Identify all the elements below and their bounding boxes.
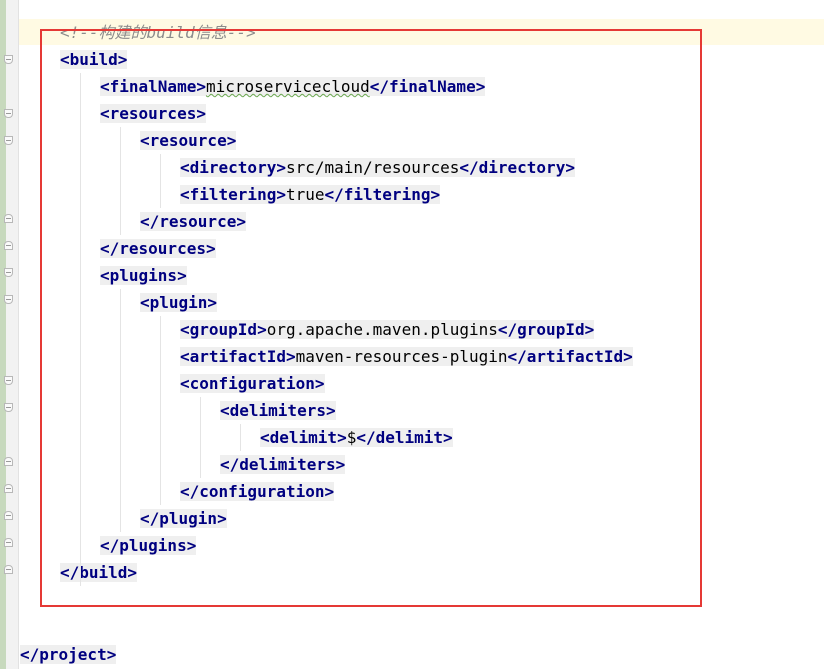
annotation-highlight-box bbox=[40, 29, 702, 607]
gutter-separator bbox=[18, 0, 19, 669]
fold-collapse-icon[interactable] bbox=[4, 376, 13, 385]
fold-collapse-icon[interactable] bbox=[4, 55, 13, 64]
fold-end-icon[interactable] bbox=[4, 484, 13, 493]
fold-end-icon[interactable] bbox=[4, 538, 13, 547]
fold-end-icon[interactable] bbox=[4, 565, 13, 574]
xml-close-tag: </project> bbox=[20, 645, 117, 664]
fold-end-icon[interactable] bbox=[4, 511, 13, 520]
project-close-line: </project> bbox=[20, 641, 117, 668]
fold-collapse-icon[interactable] bbox=[4, 268, 13, 277]
fold-end-icon[interactable] bbox=[4, 457, 13, 466]
fold-end-icon[interactable] bbox=[4, 214, 13, 223]
fold-collapse-icon[interactable] bbox=[4, 403, 13, 412]
fold-collapse-icon[interactable] bbox=[4, 109, 13, 118]
fold-end-icon[interactable] bbox=[4, 241, 13, 250]
editor-gutter bbox=[0, 0, 18, 669]
fold-collapse-icon[interactable] bbox=[4, 295, 13, 304]
fold-collapse-icon[interactable] bbox=[4, 136, 13, 145]
